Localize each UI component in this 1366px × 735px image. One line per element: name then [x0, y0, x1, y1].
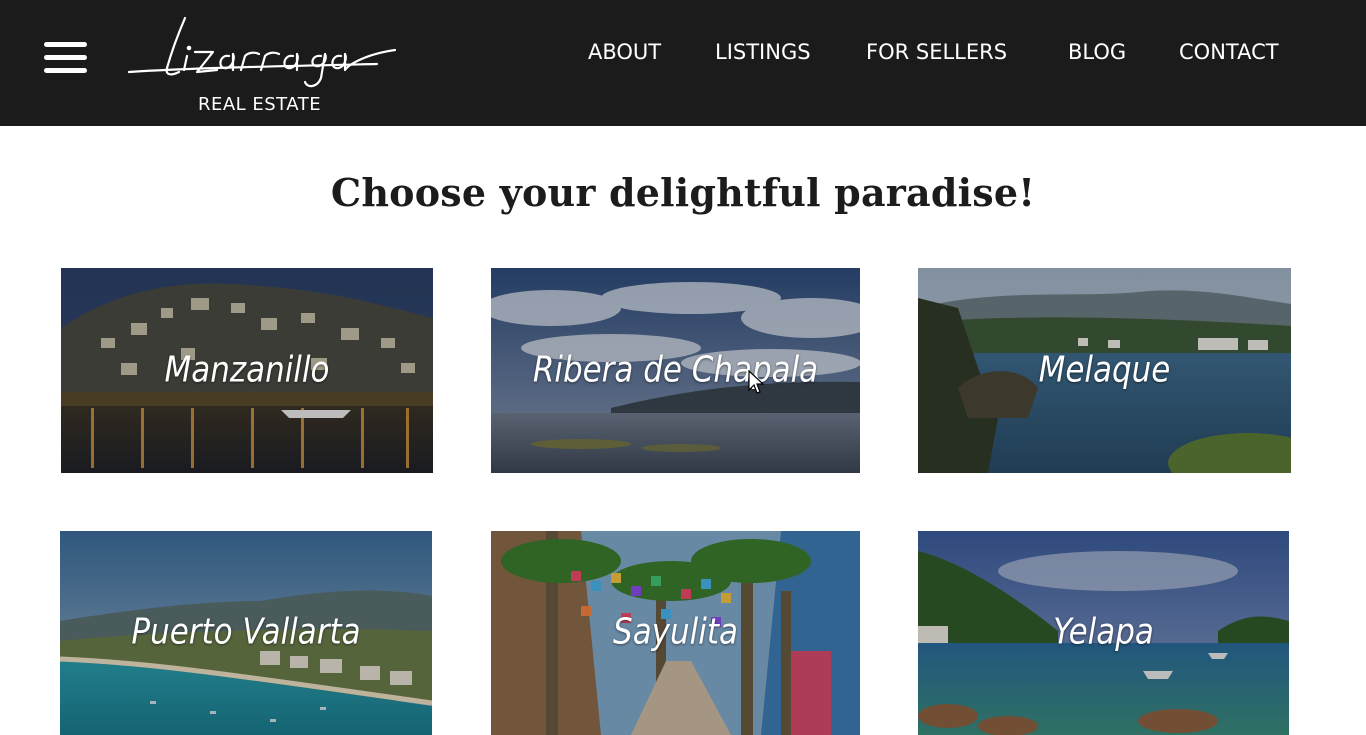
destination-card-melaque[interactable]: Melaque [918, 268, 1291, 473]
destination-label: Manzanillo [164, 349, 330, 391]
destination-card-sayulita[interactable]: Sayulita [491, 531, 860, 735]
nav-item-listings[interactable]: LISTINGS [715, 40, 811, 64]
site-header: REAL ESTATE ABOUT LISTINGS FOR SELLERS B… [0, 0, 1366, 126]
logo-subtitle: REAL ESTATE [197, 94, 322, 115]
destination-label: Sayulita [613, 611, 738, 653]
nav-item-contact[interactable]: CONTACT [1179, 40, 1279, 64]
main-nav: ABOUT LISTINGS FOR SELLERS BLOG CONTACT [0, 40, 1366, 70]
destination-label: Yelapa [1053, 611, 1154, 653]
destination-card-manzanillo[interactable]: Manzanillo [61, 268, 433, 473]
nav-item-about[interactable]: ABOUT [588, 40, 661, 64]
destination-card-ribera-de-chapala[interactable]: Ribera de Chapala [491, 268, 860, 473]
destination-label: Puerto Vallarta [131, 611, 361, 653]
nav-item-for-sellers[interactable]: FOR SELLERS [866, 40, 1007, 64]
destination-card-yelapa[interactable]: Yelapa [918, 531, 1289, 735]
nav-item-blog[interactable]: BLOG [1068, 40, 1126, 64]
mouse-pointer-icon [748, 370, 764, 394]
destination-label: Melaque [1038, 349, 1171, 391]
destination-card-puerto-vallarta[interactable]: Puerto Vallarta [60, 531, 432, 735]
page-title: Choose your delightful paradise! [330, 170, 1036, 215]
destination-label: Ribera de Chapala [532, 349, 819, 391]
